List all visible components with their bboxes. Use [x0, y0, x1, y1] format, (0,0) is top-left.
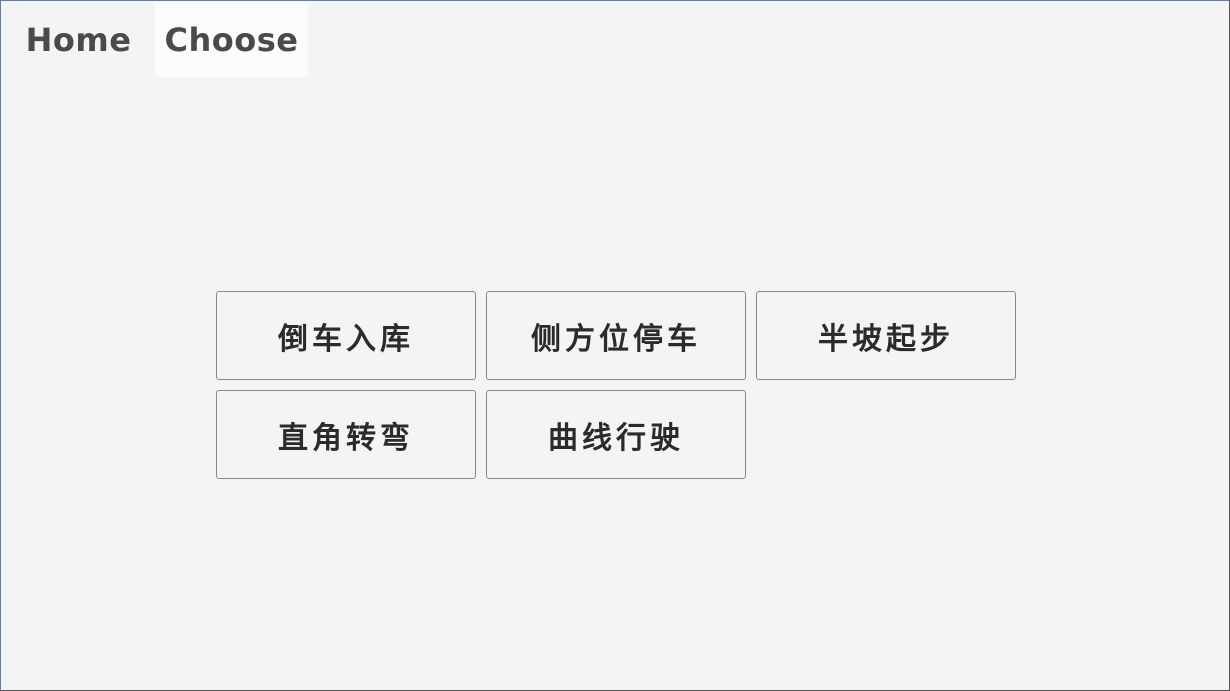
tab-home[interactable]: Home [2, 2, 155, 77]
app-window: Home Choose 倒车入库 侧方位停车 半坡起步 直角转弯 曲线行驶 [0, 0, 1230, 691]
tab-bar: Home Choose [2, 2, 308, 77]
tab-choose[interactable]: Choose [155, 2, 308, 77]
curve-driving-button[interactable]: 曲线行驶 [486, 390, 746, 479]
side-parking-button[interactable]: 侧方位停车 [486, 291, 746, 380]
right-angle-turn-button[interactable]: 直角转弯 [216, 390, 476, 479]
option-grid: 倒车入库 侧方位停车 半坡起步 直角转弯 曲线行驶 [216, 291, 1016, 479]
hill-start-button[interactable]: 半坡起步 [756, 291, 1016, 380]
reverse-parking-button[interactable]: 倒车入库 [216, 291, 476, 380]
